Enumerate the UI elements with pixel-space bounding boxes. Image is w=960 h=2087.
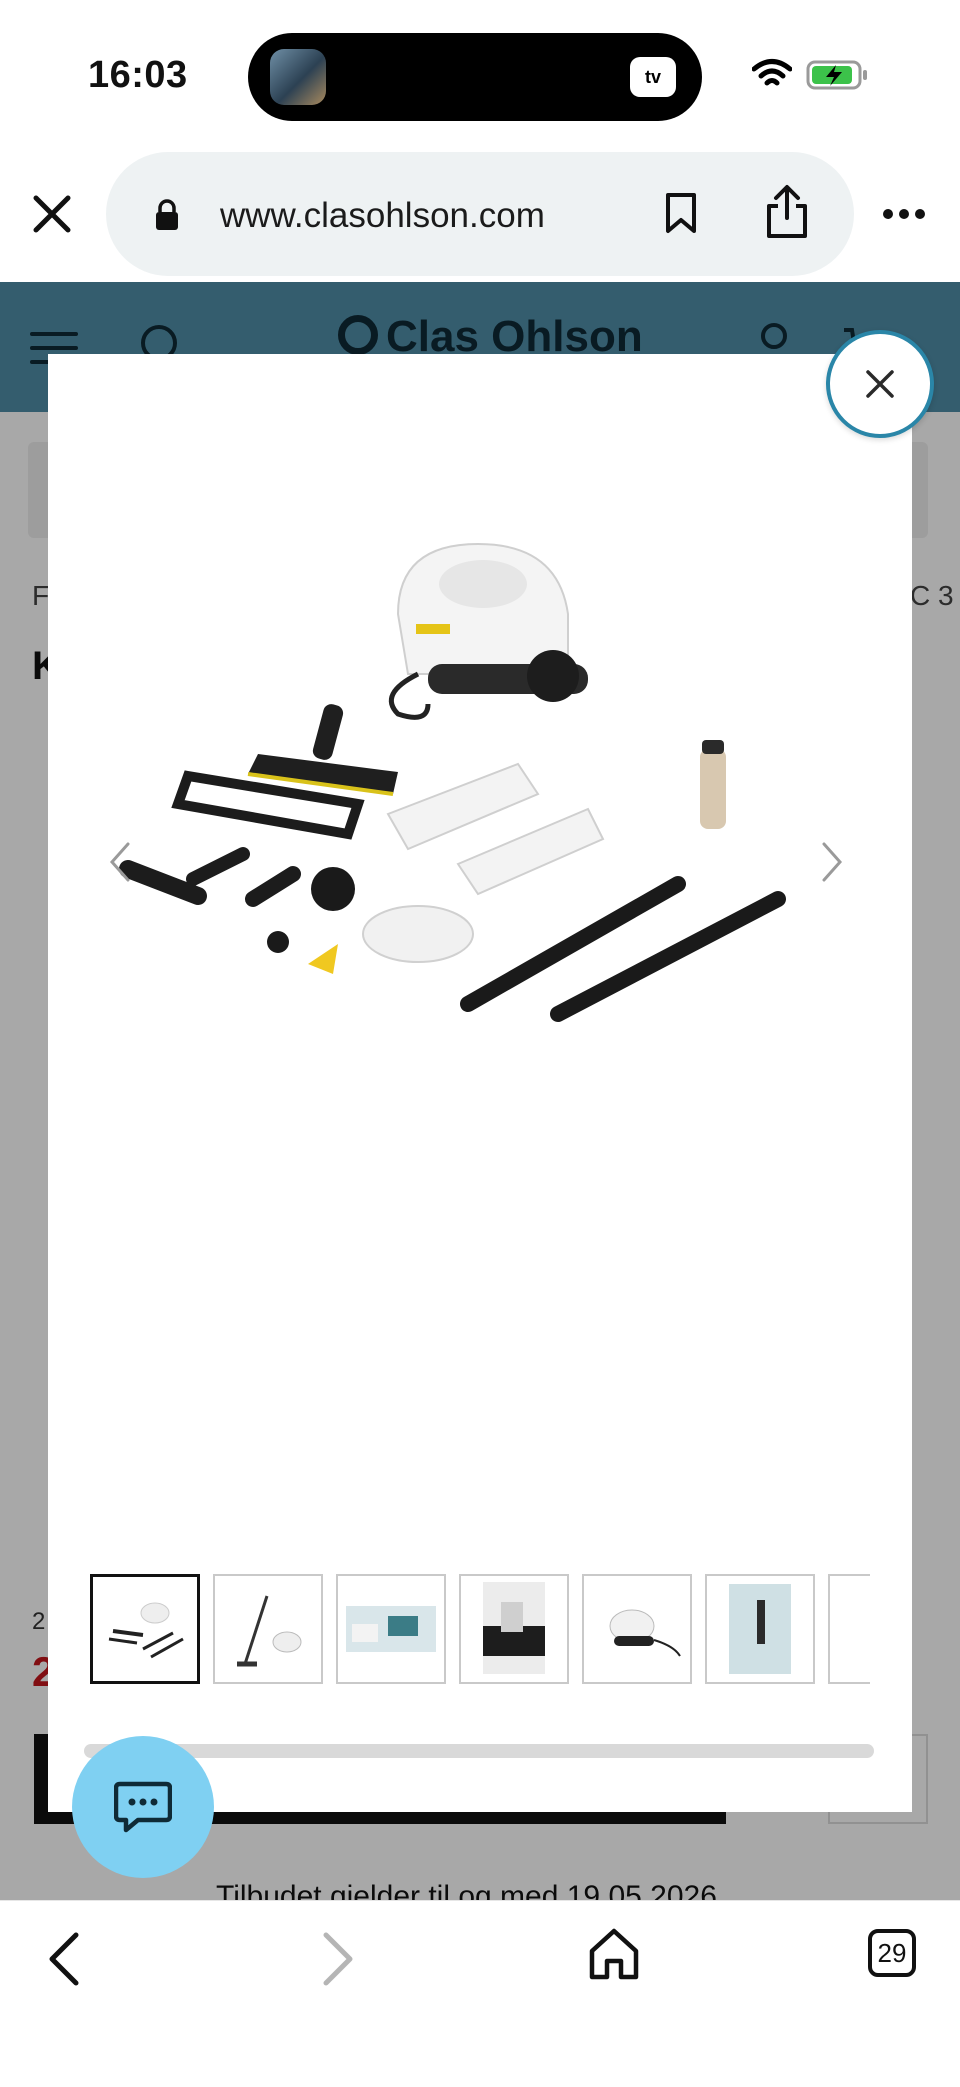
thumbnail-strip — [90, 1574, 870, 1686]
url-text: www.clasohlson.com — [220, 196, 545, 235]
share-icon[interactable] — [764, 184, 810, 240]
thumbnail-image — [609, 1609, 681, 1657]
back-icon[interactable] — [44, 1931, 84, 1987]
chevron-left-icon[interactable] — [108, 840, 132, 884]
more-icon[interactable] — [882, 208, 926, 220]
chat-icon — [114, 1781, 172, 1833]
lock-icon — [156, 199, 178, 230]
browser-address-bar: www.clasohlson.com — [0, 150, 960, 282]
dynamic-island: tv — [248, 33, 702, 121]
thumbnail-image — [237, 1595, 302, 1667]
thumbnail-image — [729, 1584, 791, 1674]
thumbnail-2[interactable] — [213, 1574, 323, 1684]
thumbnail-image — [483, 1582, 545, 1674]
image-gallery-modal — [48, 354, 912, 1812]
gallery-scrollbar[interactable] — [84, 1744, 874, 1758]
forward-icon[interactable] — [318, 1931, 358, 1987]
thumbnail-1[interactable] — [90, 1574, 200, 1684]
thumbnail-5[interactable] — [582, 1574, 692, 1684]
battery-icon — [806, 60, 867, 90]
now-playing-artwork — [270, 49, 326, 105]
home-icon[interactable] — [588, 1927, 640, 1981]
wifi-icon — [752, 59, 792, 86]
clock: 16:03 — [88, 54, 188, 96]
url-field[interactable]: www.clasohlson.com — [106, 152, 854, 276]
tabs-icon[interactable]: 29 — [868, 1929, 916, 1977]
thumbnail-3[interactable] — [336, 1574, 446, 1684]
chevron-right-icon[interactable] — [820, 840, 844, 884]
thumbnail-image — [346, 1606, 436, 1652]
close-icon — [866, 370, 894, 398]
bookmark-icon[interactable] — [664, 192, 698, 234]
browser-toolbar: 29 — [0, 1900, 960, 2087]
close-icon[interactable] — [28, 190, 76, 238]
thumbnail-7[interactable] — [828, 1574, 870, 1684]
chat-button[interactable] — [72, 1736, 214, 1878]
thumbnail-image — [108, 1602, 184, 1659]
modal-close-button[interactable] — [826, 330, 934, 438]
status-bar: 16:03 tv — [0, 0, 960, 150]
thumbnail-4[interactable] — [459, 1574, 569, 1684]
thumbnail-6[interactable] — [705, 1574, 815, 1684]
apple-tv-icon: tv — [630, 57, 676, 97]
product-image — [119, 542, 786, 1022]
